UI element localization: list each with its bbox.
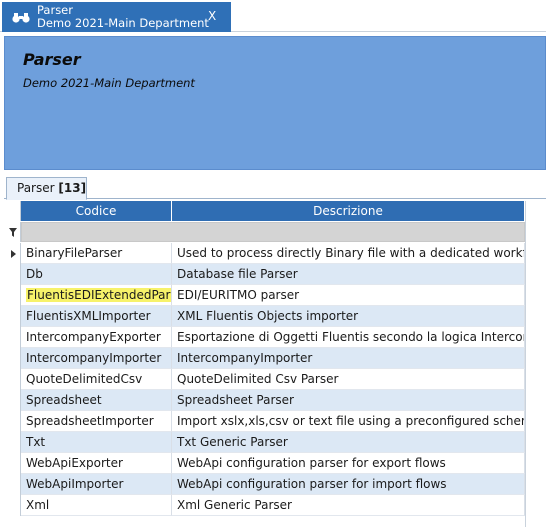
table-row[interactable]: FluentisEDIExtendedParserEDI/EURITMO par… [6,285,546,306]
row-header[interactable] [6,285,21,306]
cell-descrizione[interactable]: WebApi configuration parser for export f… [172,453,525,474]
grid-header-row: Codice Descrizione [6,201,546,221]
cell-codice-text: WebApiImporter [26,477,124,491]
cell-codice-text: Db [26,267,43,281]
row-header[interactable] [6,390,21,411]
cell-codice[interactable]: Spreadsheet [21,390,172,411]
row-header[interactable] [6,306,21,327]
cell-descrizione[interactable]: WebApi configuration parser for import f… [172,474,525,495]
cell-descrizione[interactable]: Used to process directly Binary file wit… [172,243,525,264]
filter-row-header [6,222,21,242]
grid-empty-area [525,201,546,527]
row-header[interactable] [6,411,21,432]
cell-descrizione[interactable]: QuoteDelimited Csv Parser [172,369,525,390]
cell-codice-text: Xml [26,498,50,512]
header-panel: Parser Demo 2021-Main Department [4,36,546,170]
cell-descrizione[interactable]: Database file Parser [172,264,525,285]
cell-codice-text: FluentisEDIExtendedParser [26,288,171,302]
cell-codice-text: SpreadsheetImporter [26,414,154,428]
parser-grid: Codice Descrizione BinaryFileParser Used … [6,201,546,527]
cell-codice-text: BinaryFileParser [26,246,123,260]
cell-codice[interactable]: FluentisXMLImporter [21,306,172,327]
current-row-arrow-icon [11,250,16,258]
cell-codice[interactable]: QuoteDelimitedCsv [21,369,172,390]
row-header[interactable] [6,453,21,474]
filter-input[interactable] [21,222,525,242]
row-header[interactable] [6,495,21,516]
row-header[interactable] [6,327,21,348]
cell-descrizione[interactable]: Xml Generic Parser [172,495,525,516]
cell-codice[interactable]: Xml [21,495,172,516]
cell-descrizione[interactable]: Txt Generic Parser [172,432,525,453]
cell-codice[interactable]: WebApiImporter [21,474,172,495]
cell-codice[interactable]: WebApiExporter [21,453,172,474]
cell-codice-text: IntercompanyImporter [26,351,162,365]
table-row[interactable]: WebApiImporter WebApi configuration parse… [6,474,546,495]
row-header[interactable] [6,243,21,264]
row-header[interactable] [6,264,21,285]
tab-parser-label: Parser [17,181,55,195]
cell-codice[interactable]: IntercompanyImporter [21,348,172,369]
cell-codice-text: QuoteDelimitedCsv [26,372,143,386]
grid-tab-strip: Parser [13] [4,177,546,200]
cell-codice[interactable]: Db [21,264,172,285]
document-tab-subtitle: Demo 2021-Main Department [37,16,209,30]
cell-codice[interactable]: Txt [21,432,172,453]
cell-descrizione[interactable]: IntercompanyImporter [172,348,525,369]
table-row[interactable]: QuoteDelimitedCsv QuoteDelimited Csv Pars… [6,369,546,390]
cell-codice[interactable]: BinaryFileParser [21,243,172,264]
row-header-corner [6,201,21,221]
row-header[interactable] [6,474,21,495]
cell-descrizione[interactable]: EDI/EURITMO parser [172,285,525,306]
cell-codice[interactable]: SpreadsheetImporter [21,411,172,432]
cell-codice-text: Spreadsheet [26,393,102,407]
document-tab-parser[interactable]: Parser Demo 2021-Main Department X [2,2,231,32]
table-row[interactable]: Txt Txt Generic Parser [6,432,546,453]
cell-descrizione[interactable]: XML Fluentis Objects importer [172,306,525,327]
page-subtitle: Demo 2021-Main Department [23,76,195,90]
cell-descrizione[interactable]: Spreadsheet Parser [172,390,525,411]
table-row[interactable]: Xml Xml Generic Parser [6,495,546,516]
row-header[interactable] [6,348,21,369]
document-tab-bar: Parser Demo 2021-Main Department X [0,0,546,32]
column-header-codice[interactable]: Codice [21,201,172,221]
cell-descrizione[interactable]: Esportazione di Oggetti Fluentis secondo… [172,327,525,348]
cell-codice-text: IntercompanyExporter [26,330,161,344]
close-tab-button[interactable]: X [208,10,216,23]
table-row[interactable]: WebApiExporter WebApi configuration parse… [6,453,546,474]
table-row[interactable]: SpreadsheetImporter Import xslx,xls,csv o… [6,411,546,432]
tab-parser-count: [13] [58,181,87,195]
table-row[interactable]: IntercompanyImporter IntercompanyImporter [6,348,546,369]
table-row[interactable]: IntercompanyExporter Esportazione di Ogge… [6,327,546,348]
cell-codice-text: FluentisXMLImporter [26,309,151,323]
cell-codice-text: WebApiExporter [26,456,123,470]
cell-descrizione[interactable]: Import xslx,xls,csv or text file using a… [172,411,525,432]
table-row[interactable]: BinaryFileParser Used to process directly… [6,243,546,264]
cell-codice[interactable]: IntercompanyExporter [21,327,172,348]
row-header[interactable] [6,369,21,390]
page-title: Parser [23,50,81,69]
filter-icon[interactable] [9,228,17,237]
table-row[interactable]: FluentisXMLImporter XML Fluentis Objects … [6,306,546,327]
tab-parser[interactable]: Parser [13] [6,177,87,200]
row-header[interactable] [6,432,21,453]
cell-codice-text: Txt [26,435,46,449]
table-row[interactable]: Db Database file Parser [6,264,546,285]
filter-row [6,222,546,242]
binoculars-icon [12,13,30,23]
table-row[interactable]: Spreadsheet Spreadsheet Parser [6,390,546,411]
cell-codice[interactable]: FluentisEDIExtendedParser [21,285,172,306]
column-header-descrizione[interactable]: Descrizione [172,201,525,221]
